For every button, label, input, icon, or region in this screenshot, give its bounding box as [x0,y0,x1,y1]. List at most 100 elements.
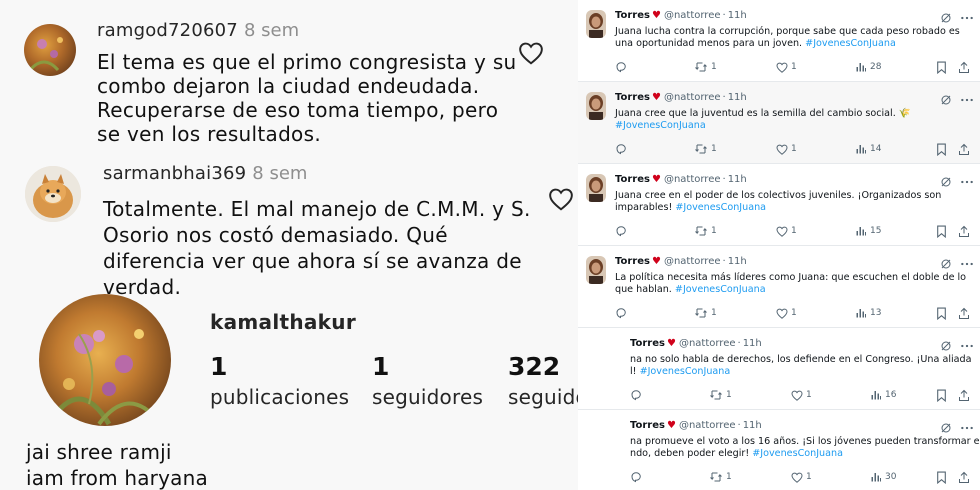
bookmark-button[interactable] [936,388,947,402]
tweet-card[interactable]: Torres ♥ @nattorree · 11h Juana cree que la j… [578,82,980,164]
stat-followers[interactable]: 1 seguidores [372,352,483,409]
tweet-time[interactable]: 11h [728,174,747,185]
like-button[interactable]: 1 [791,388,812,402]
retweet-button[interactable]: 1 [709,388,732,402]
profile-avatar[interactable] [39,294,171,426]
more-options-icon[interactable] [960,337,974,349]
reply-button[interactable] [615,60,627,74]
retweet-button[interactable]: 1 [694,60,717,74]
share-button[interactable] [958,470,970,484]
tweet-handle[interactable]: @nattorree [664,92,721,103]
bookmark-button[interactable] [936,470,947,484]
share-button[interactable] [958,388,970,402]
grok-icon[interactable] [940,255,952,269]
hashtag-link[interactable]: #JovenesConJuana [752,448,843,459]
tweet-author-name[interactable]: Torres [630,338,665,349]
like-button[interactable]: 1 [776,60,797,74]
hashtag-link[interactable]: #JovenesConJuana [615,120,706,131]
like-button[interactable]: 1 [776,306,797,320]
like-heart-icon[interactable] [548,187,574,211]
bookmark-button[interactable] [936,60,947,74]
reply-button[interactable] [615,224,627,238]
grok-icon[interactable] [940,337,952,351]
hashtag-link[interactable]: #JovenesConJuana [805,38,896,49]
more-options-icon[interactable] [960,9,974,21]
comment-username[interactable]: sarmanbhai369 [103,163,246,184]
tweet-time[interactable]: 11h [743,338,762,349]
tweet-card[interactable]: Torres ♥ @nattorree · 11h Juana cree en el po… [578,164,980,246]
retweet-button[interactable]: 1 [694,306,717,320]
reply-button[interactable] [630,470,642,484]
tweet-card[interactable]: Torres ♥ @nattorree · 11h na no solo habla de… [578,328,980,410]
stat-label: seguidores [372,385,484,409]
like-button[interactable]: 1 [776,224,797,238]
more-options-icon[interactable] [960,419,974,431]
views-button[interactable]: 30 [870,470,896,484]
avatar[interactable] [24,24,76,76]
like-button[interactable]: 1 [776,142,797,156]
views-count: 28 [870,62,882,72]
stat-following[interactable]: 322 seguidos [508,352,578,409]
separator-dot: · [737,338,741,349]
share-button[interactable] [958,60,970,74]
grok-icon[interactable] [940,91,952,105]
tweet-time[interactable]: 11h [728,92,747,103]
tweet-text-line: imparables! #JovenesConJuana [615,202,941,214]
tweet-author-name[interactable]: Torres [615,10,650,21]
like-heart-icon[interactable] [518,41,544,65]
stat-posts[interactable]: 1 publicaciones [210,352,349,409]
tweet-avatar[interactable] [586,256,606,284]
reply-button[interactable] [630,388,642,402]
tweet-time[interactable]: 11h [743,420,762,431]
tweet-time[interactable]: 11h [728,256,747,267]
tweet-avatar[interactable] [586,92,606,120]
tweet-author-name[interactable]: Torres [615,92,650,103]
bookmark-button[interactable] [936,224,947,238]
tweet-avatar[interactable] [586,174,606,202]
retweet-button[interactable]: 1 [694,142,717,156]
tweet-text-fragment: que hablan. [615,284,675,295]
more-options-icon[interactable] [960,91,974,103]
tweet-author-name[interactable]: Torres [615,256,650,267]
like-button[interactable]: 1 [791,470,812,484]
avatar[interactable] [25,166,81,222]
tweet-card[interactable]: Torres ♥ @nattorree · 11h La política necesit… [578,246,980,328]
tweet-handle[interactable]: @nattorree [664,174,721,185]
views-button[interactable]: 13 [855,306,881,320]
hashtag-link[interactable]: #JovenesConJuana [640,366,731,377]
hashtag-link[interactable]: #JovenesConJuana [675,284,766,295]
comment-username[interactable]: ramgod720607 [97,20,238,41]
tweet-handle[interactable]: @nattorree [679,420,736,431]
retweet-count: 1 [711,308,717,318]
views-button[interactable]: 28 [855,60,881,74]
tweet-actions: 1 1 28 [578,60,980,76]
reply-button[interactable] [615,142,627,156]
tweet-author-name[interactable]: Torres [630,420,665,431]
grok-icon[interactable] [940,173,952,187]
tweet-author-name[interactable]: Torres [615,174,650,185]
share-button[interactable] [958,306,970,320]
separator-dot: · [722,174,726,185]
tweet-handle[interactable]: @nattorree [664,256,721,267]
views-button[interactable]: 16 [870,388,896,402]
tweet-card[interactable]: Torres ♥ @nattorree · 11h na promueve el voto… [578,410,980,490]
tweet-handle[interactable]: @nattorree [664,10,721,21]
bookmark-button[interactable] [936,142,947,156]
views-button[interactable]: 15 [855,224,881,238]
share-button[interactable] [958,224,970,238]
bookmark-button[interactable] [936,306,947,320]
reply-button[interactable] [615,306,627,320]
views-button[interactable]: 14 [855,142,881,156]
grok-icon[interactable] [940,419,952,433]
more-options-icon[interactable] [960,255,974,267]
retweet-button[interactable]: 1 [694,224,717,238]
share-button[interactable] [958,142,970,156]
grok-icon[interactable] [940,9,952,23]
tweet-card[interactable]: Torres ♥ @nattorree · 11h Juana lucha contra … [578,0,980,82]
retweet-button[interactable]: 1 [709,470,732,484]
more-options-icon[interactable] [960,173,974,185]
tweet-time[interactable]: 11h [728,10,747,21]
tweet-avatar[interactable] [586,10,606,38]
tweet-handle[interactable]: @nattorree [679,338,736,349]
hashtag-link[interactable]: #JovenesConJuana [675,202,766,213]
